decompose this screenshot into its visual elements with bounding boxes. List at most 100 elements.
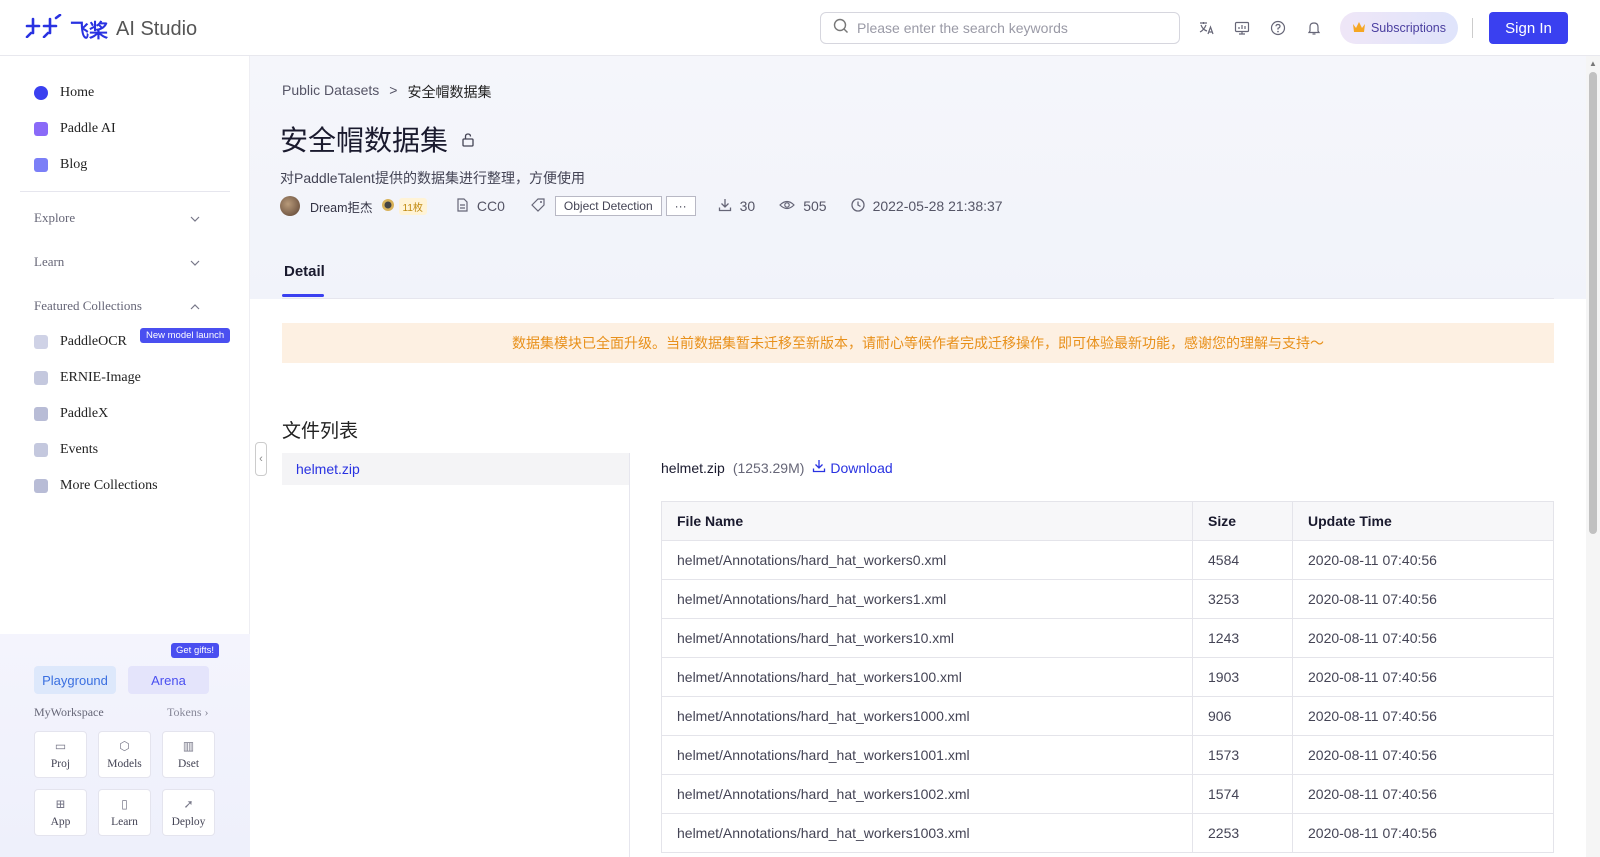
- sidebar-item-label: PaddleX: [60, 406, 109, 421]
- tile-models[interactable]: ⬡ Models: [98, 731, 151, 778]
- collapse-handle[interactable]: ‹: [255, 442, 267, 476]
- tile-learn[interactable]: ▯ Learn: [98, 789, 151, 836]
- cell-file-name: helmet/Annotations/hard_hat_workers0.xml: [661, 540, 1193, 580]
- cell-size: 4584: [1192, 540, 1293, 580]
- sidebar-section-featured[interactable]: Featured Collections: [34, 294, 200, 318]
- logo[interactable]: 飞桨 AI Studio: [24, 13, 198, 44]
- download-count: 30: [739, 198, 756, 214]
- translate-icon[interactable]: [1196, 18, 1216, 38]
- paddlex-icon: [34, 407, 48, 421]
- tag-object-detection[interactable]: Object Detection: [554, 196, 662, 216]
- sidebar-item-ernie-image[interactable]: ERNIE-Image: [34, 366, 141, 390]
- ocr-icon: [34, 335, 48, 349]
- sidebar-item-paddleocr[interactable]: PaddleOCR: [34, 330, 127, 354]
- help-icon[interactable]: [1268, 18, 1288, 38]
- sidebar-section-explore[interactable]: Explore: [34, 206, 200, 230]
- header-divider: [1472, 18, 1473, 38]
- table-row: helmet/Annotations/hard_hat_workers10.xm…: [661, 618, 1554, 658]
- tokens-label: Tokens: [167, 705, 202, 719]
- sidebar-item-label: Blog: [60, 157, 88, 172]
- monitor-icon[interactable]: [1232, 18, 1252, 38]
- tile-label: Proj: [50, 758, 71, 770]
- page-scrollbar[interactable]: ▲: [1586, 56, 1600, 857]
- cell-size: 906: [1192, 696, 1293, 736]
- section-label: Featured Collections: [34, 298, 142, 313]
- cell-file-name: helmet/Annotations/hard_hat_workers1002.…: [661, 774, 1193, 814]
- tile-app[interactable]: ⊞ App: [34, 789, 87, 836]
- download-label: Download: [830, 459, 893, 476]
- sidebar-item-paddle-ai[interactable]: Paddle AI: [34, 117, 116, 141]
- breadcrumb-separator: >: [389, 82, 398, 98]
- cell-file-name: helmet/Annotations/hard_hat_workers1.xml: [661, 579, 1193, 619]
- sidebar-item-label: Paddle AI: [60, 121, 116, 136]
- column-header-update-time: Update Time: [1292, 501, 1554, 541]
- tab-divider: [282, 298, 1554, 299]
- section-label: Explore: [34, 210, 76, 225]
- tile-label: Models: [107, 758, 142, 770]
- arena-button[interactable]: Arena: [128, 666, 209, 694]
- crown-icon: [1352, 21, 1366, 36]
- rocket-icon: ➚: [183, 797, 194, 811]
- main-content: Public Datasets > 安全帽数据集 安全帽数据集 对PaddleT…: [250, 56, 1586, 857]
- breadcrumb: Public Datasets > 安全帽数据集: [282, 82, 491, 102]
- bell-icon[interactable]: [1304, 18, 1324, 38]
- top-header: 飞桨 AI Studio Subscriptions Sign In: [0, 0, 1600, 56]
- tile-proj[interactable]: ▭ Proj: [34, 731, 87, 778]
- logo-text: AI Studio: [116, 17, 198, 40]
- cell-update-time: 2020-08-11 07:40:56: [1292, 618, 1554, 658]
- tile-dset[interactable]: ▥ Dset: [162, 731, 215, 778]
- search-box[interactable]: [820, 12, 1180, 44]
- cell-update-time: 2020-08-11 07:40:56: [1292, 813, 1554, 853]
- sidebar-item-home[interactable]: Home: [34, 81, 94, 105]
- search-input[interactable]: [857, 20, 1157, 36]
- cell-size: 1573: [1192, 735, 1293, 775]
- download-button[interactable]: Download: [812, 459, 893, 476]
- sidebar-item-label: Events: [60, 442, 99, 457]
- sign-in-button[interactable]: Sign In: [1489, 12, 1568, 44]
- table-header-row: File Name Size Update Time: [661, 501, 1554, 541]
- tile-deploy[interactable]: ➚ Deploy: [162, 789, 215, 836]
- tile-label: App: [50, 816, 71, 828]
- cube-icon: ⬡: [119, 739, 130, 753]
- breadcrumb-root[interactable]: Public Datasets: [282, 82, 379, 102]
- selected-file-name: helmet.zip: [661, 459, 725, 476]
- chart-icon: ▥: [182, 739, 195, 753]
- playground-button[interactable]: Playground: [34, 666, 116, 694]
- subscriptions-button[interactable]: Subscriptions: [1340, 12, 1458, 44]
- section-label: Learn: [34, 254, 65, 269]
- sidebar-item-events[interactable]: Events: [34, 438, 98, 462]
- chevron-up-icon: [190, 298, 200, 314]
- sidebar-item-blog[interactable]: Blog: [34, 153, 87, 177]
- dataset-title-row: 安全帽数据集: [280, 119, 476, 159]
- sidebar-item-more-collections[interactable]: More Collections: [34, 474, 158, 498]
- eye-icon: [779, 198, 796, 215]
- tile-label: Deploy: [171, 816, 206, 828]
- column-header-size: Size: [1192, 501, 1293, 541]
- sidebar-section-learn[interactable]: Learn: [34, 250, 200, 274]
- sidebar-item-label: Home: [60, 85, 95, 100]
- sidebar-item-label: ERNIE-Image: [60, 370, 141, 385]
- gift-badge: Get gifts!: [171, 643, 220, 658]
- scroll-up-arrow[interactable]: ▲: [1589, 59, 1597, 68]
- tag-icon: [531, 197, 545, 215]
- home-icon: [34, 86, 48, 100]
- cell-size: 3253: [1192, 579, 1293, 619]
- tokens-link[interactable]: Tokens ›: [167, 705, 209, 720]
- table-row: helmet/Annotations/hard_hat_workers0.xml…: [661, 540, 1554, 580]
- license-value: CC0: [476, 198, 505, 214]
- cell-update-time: 2020-08-11 07:40:56: [1292, 579, 1554, 619]
- file-table: File Name Size Update Time helmet/Annota…: [661, 501, 1554, 853]
- file-list-item[interactable]: helmet.zip: [282, 453, 629, 485]
- avatar[interactable]: [280, 196, 300, 216]
- cell-file-name: helmet/Annotations/hard_hat_workers100.x…: [661, 657, 1193, 697]
- blog-icon: [34, 158, 48, 172]
- cell-size: 1243: [1192, 618, 1293, 658]
- page-title: 安全帽数据集: [280, 125, 449, 156]
- sidebar-item-paddlex[interactable]: PaddleX: [34, 402, 108, 426]
- tab-detail[interactable]: Detail: [284, 263, 325, 280]
- search-icon: [833, 18, 849, 39]
- author-name[interactable]: Dream拒杰: [310, 197, 373, 216]
- scrollbar-thumb[interactable]: [1589, 72, 1597, 534]
- tag-more-button[interactable]: ···: [665, 196, 696, 216]
- logo-cn-text: 飞桨: [70, 20, 109, 42]
